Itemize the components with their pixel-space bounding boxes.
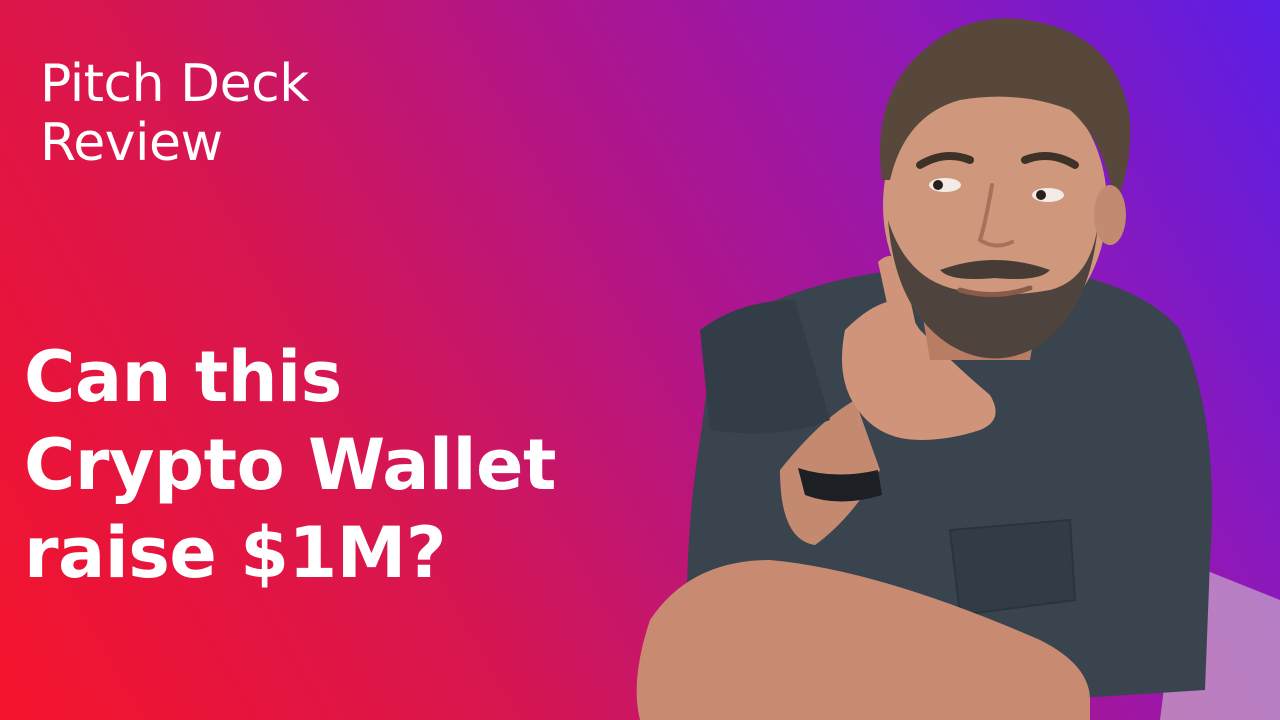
headline: Can this Crypto Wallet raise $1M? [24,333,664,597]
subtitle-line-1: Pitch Deck [40,54,309,114]
subtitle: Pitch Deck Review [40,55,460,173]
shirt-pocket [948,518,1077,617]
subtitle-line-2: Review [40,113,223,173]
headline-line-1: Can this [24,336,342,418]
ear [1094,185,1126,245]
headline-line-3: raise $1M? [24,512,446,594]
man-thinking-photo [636,18,1280,720]
video-thumbnail: Pitch Deck Review Can this Crypto Wallet… [0,0,1280,720]
headline-line-2: Crypto Wallet [24,424,556,506]
